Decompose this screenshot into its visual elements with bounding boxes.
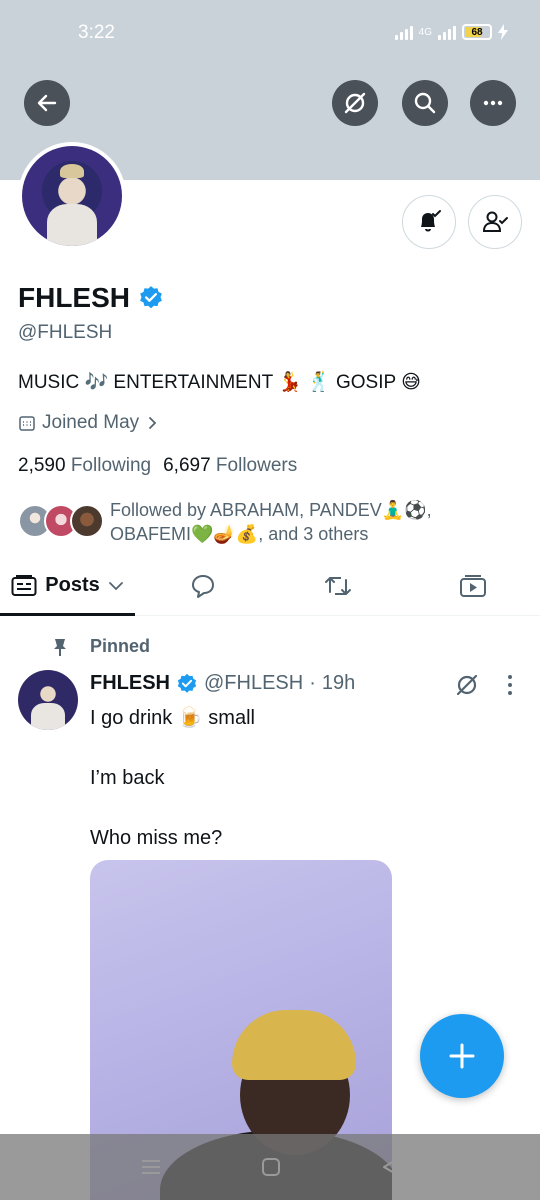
following-label: Following bbox=[70, 455, 152, 476]
avatar bbox=[70, 504, 104, 538]
recent-apps-icon[interactable] bbox=[140, 1157, 162, 1177]
arrow-left-icon bbox=[37, 94, 57, 112]
profile-name: FHLESH bbox=[18, 282, 164, 314]
profile-handle: @FHLESH bbox=[18, 322, 113, 343]
post-separator: · bbox=[309, 672, 316, 694]
compose-button[interactable] bbox=[420, 1014, 504, 1098]
post-text: I go drink 🍺 small I’m back Who miss me? bbox=[90, 707, 255, 849]
post-author-handle: @FHLESH bbox=[204, 672, 304, 694]
chevron-right-icon bbox=[149, 417, 157, 429]
chevron-down-icon bbox=[108, 581, 123, 590]
status-time: 3:22 bbox=[78, 22, 115, 43]
signal-icon-2 bbox=[438, 24, 456, 40]
search-icon bbox=[414, 92, 436, 114]
signal-icon bbox=[394, 24, 413, 40]
status-bar: 3:22 4G 68 bbox=[0, 0, 540, 68]
verified-badge-icon[interactable] bbox=[138, 285, 164, 311]
profile-name-text: FHLESH bbox=[18, 282, 130, 313]
battery-icon: 68 bbox=[462, 24, 492, 40]
repost-icon bbox=[324, 576, 351, 595]
charging-icon bbox=[498, 24, 508, 40]
search-button[interactable] bbox=[402, 80, 448, 126]
following-link[interactable]: 2,590 Following bbox=[18, 455, 151, 477]
plus-icon bbox=[449, 1043, 475, 1069]
joined-text: Joined May bbox=[42, 412, 140, 433]
followed-by[interactable]: Followed by ABRAHAM, PANDEV🧘‍♂️⚽, OBAFEM… bbox=[18, 498, 490, 546]
profile-avatar[interactable] bbox=[18, 142, 126, 250]
pinned-label: Pinned bbox=[90, 636, 151, 656]
post-author-name[interactable]: FHLESH bbox=[90, 672, 170, 695]
more-horizontal-icon bbox=[483, 100, 503, 106]
profile-bio: MUSIC 🎶 ENTERTAINMENT 💃 🕺 GOSIP 😅 bbox=[18, 372, 421, 393]
bell-check-icon bbox=[421, 210, 441, 232]
followers-you-know-avatars bbox=[18, 504, 104, 540]
network-label: 4G bbox=[418, 26, 432, 38]
following-button[interactable] bbox=[468, 195, 522, 249]
back-button[interactable] bbox=[24, 80, 70, 126]
more-vertical-icon[interactable] bbox=[500, 672, 520, 698]
grok-button[interactable] bbox=[332, 80, 378, 126]
grok-slash-icon[interactable] bbox=[454, 672, 480, 698]
posts-icon bbox=[11, 574, 37, 596]
verified-badge-icon[interactable] bbox=[176, 673, 198, 695]
post-time[interactable]: 19h bbox=[322, 672, 355, 695]
home-icon[interactable] bbox=[261, 1157, 281, 1177]
followers-count: 6,697 bbox=[163, 455, 211, 476]
pinned-indicator: Pinned bbox=[50, 636, 150, 657]
tab-posts[interactable]: Posts bbox=[0, 556, 135, 616]
calendar-icon bbox=[19, 416, 35, 431]
user-check-icon bbox=[482, 211, 508, 232]
more-button[interactable] bbox=[470, 80, 516, 126]
followers-label: Followers bbox=[215, 455, 298, 476]
reply-bubble-icon bbox=[191, 574, 214, 598]
post-header: FHLESH @FHLESH · 19h bbox=[90, 672, 355, 695]
tab-posts-label: Posts bbox=[45, 574, 100, 596]
grok-slash-icon bbox=[344, 92, 366, 114]
battery-level: 68 bbox=[471, 26, 483, 38]
status-icons: 4G 68 bbox=[394, 24, 508, 40]
followed-by-text: Followed by ABRAHAM, PANDEV🧘‍♂️⚽, OBAFEM… bbox=[110, 500, 432, 544]
following-count: 2,590 bbox=[18, 455, 66, 476]
tab-reposts[interactable] bbox=[270, 556, 405, 615]
tab-media[interactable] bbox=[405, 556, 540, 615]
follow-stats: 2,590 Following 6,697 Followers bbox=[18, 455, 297, 477]
profile-tabs: Posts bbox=[0, 556, 540, 616]
back-nav-icon[interactable] bbox=[380, 1157, 400, 1177]
pin-icon bbox=[54, 638, 66, 656]
system-nav-bar bbox=[0, 1134, 540, 1200]
tab-replies[interactable] bbox=[135, 556, 270, 615]
notifications-button[interactable] bbox=[402, 195, 456, 249]
media-video-icon bbox=[459, 574, 486, 597]
followers-link[interactable]: 6,697 Followers bbox=[163, 455, 297, 477]
joined-date[interactable]: Joined May bbox=[18, 412, 159, 434]
post-author-avatar[interactable] bbox=[18, 670, 78, 730]
